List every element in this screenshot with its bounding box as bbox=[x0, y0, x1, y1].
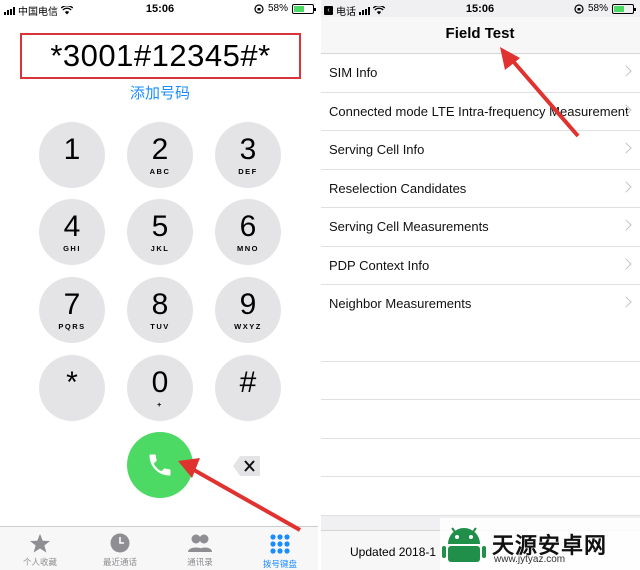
keypad-icon bbox=[270, 534, 290, 554]
battery-percent: 58% bbox=[267, 3, 288, 14]
add-number-link[interactable]: 添加号码 bbox=[0, 82, 320, 103]
tab-contacts[interactable]: 通讯录 bbox=[160, 527, 240, 570]
list-item-serving-cell-measurements[interactable]: Serving Cell Measurements bbox=[320, 208, 640, 247]
panel-divider bbox=[318, 0, 321, 570]
key-8[interactable]: 8 TUV bbox=[127, 277, 193, 343]
battery-icon bbox=[292, 3, 316, 14]
chevron-right-icon bbox=[620, 180, 632, 193]
page-title: Field Test bbox=[445, 25, 515, 42]
tab-bar: 个人收藏 最近通话 通讯录 拨号键盘 bbox=[0, 526, 320, 570]
android-logo-icon bbox=[442, 527, 486, 562]
delete-backspace-icon[interactable] bbox=[232, 455, 262, 477]
empty-list-area bbox=[320, 323, 640, 516]
key-7[interactable]: 7 PQRS bbox=[39, 277, 105, 343]
chevron-right-icon bbox=[620, 142, 632, 154]
key-2[interactable]: 2 ABC bbox=[127, 122, 193, 188]
updated-timestamp: Updated 2018-1 bbox=[350, 545, 437, 559]
key-3[interactable]: 3 DEF bbox=[215, 122, 281, 188]
watermark-url: www.jytyaz.com bbox=[494, 554, 566, 565]
list-item-lte-intra-frequency[interactable]: Connected mode LTE Intra-frequency Measu… bbox=[320, 93, 640, 131]
tab-favorites[interactable]: 个人收藏 bbox=[0, 527, 80, 570]
phone-icon bbox=[149, 454, 171, 476]
tab-recents[interactable]: 最近通话 bbox=[80, 527, 160, 570]
star-icon bbox=[30, 533, 50, 553]
key-hash[interactable]: # bbox=[215, 355, 281, 421]
contacts-icon bbox=[188, 534, 212, 552]
chevron-right-icon bbox=[620, 219, 632, 231]
key-6[interactable]: 6 MNO bbox=[215, 199, 281, 265]
list-item-serving-cell-info[interactable]: Serving Cell Info bbox=[320, 131, 640, 170]
field-test-screen: ‹ 电话 15:06 58% Field Test SIM Info Conne… bbox=[320, 0, 640, 570]
rotation-lock-icon bbox=[574, 3, 584, 14]
dialed-number-field[interactable]: *3001#12345#* bbox=[20, 33, 301, 79]
key-1[interactable]: 1 bbox=[39, 122, 105, 188]
battery-icon bbox=[612, 3, 636, 14]
key-star[interactable]: * bbox=[39, 355, 105, 421]
list-item-reselection-candidates[interactable]: Reselection Candidates bbox=[320, 170, 640, 208]
chevron-right-icon bbox=[620, 65, 632, 77]
key-9[interactable]: 9 WXYZ bbox=[215, 277, 281, 343]
list-item-pdp-context-info[interactable]: PDP Context Info bbox=[320, 247, 640, 285]
dialer-screen: 中国电信 15:06 58% *3001#12345#* 添加号码 1 2 ABC… bbox=[0, 0, 320, 570]
battery-percent: 58% bbox=[587, 3, 608, 14]
status-bar: ‹ 电话 15:06 58% bbox=[320, 0, 640, 18]
watermark: 天源安卓网 www.jytyaz.com bbox=[440, 518, 640, 570]
clock-icon bbox=[110, 533, 130, 553]
call-button[interactable] bbox=[127, 432, 193, 498]
chevron-right-icon bbox=[620, 257, 632, 270]
list-item-neighbor-measurements[interactable]: Neighbor Measurements bbox=[320, 285, 640, 324]
key-0[interactable]: 0 + bbox=[127, 355, 193, 421]
battery-fill bbox=[294, 5, 305, 12]
rotation-lock-icon bbox=[254, 3, 264, 14]
key-4[interactable]: 4 GHI bbox=[39, 199, 105, 265]
tab-keypad[interactable]: 拨号键盘 bbox=[240, 527, 320, 570]
battery-fill bbox=[614, 5, 625, 12]
chevron-right-icon bbox=[620, 296, 632, 308]
status-bar: 中国电信 15:06 58% bbox=[0, 0, 320, 18]
list-item-sim-info[interactable]: SIM Info bbox=[320, 54, 640, 93]
field-test-menu: SIM Info Connected mode LTE Intra-freque… bbox=[320, 54, 640, 324]
dialed-number: *3001#12345#* bbox=[50, 38, 271, 73]
key-5[interactable]: 5 JKL bbox=[127, 199, 193, 265]
